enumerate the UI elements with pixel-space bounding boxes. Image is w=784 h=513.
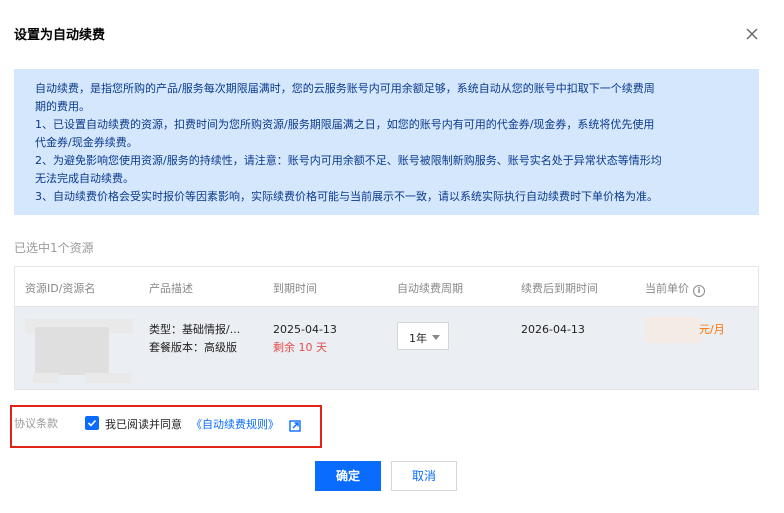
info-icon[interactable]: i — [693, 285, 705, 297]
notice-line: 无法完成自动续费。 — [35, 172, 134, 185]
notice-line: 代金券/现金券续费。 — [35, 136, 138, 149]
auto-renew-dialog: 设置为自动续费 自动续费，是指您所购的产品/服务每次期限届满时，您的云服务账号内… — [0, 0, 784, 513]
selected-count-label: 已选中1个资源 — [14, 241, 94, 255]
new-expire-date: 2026-04-13 — [521, 323, 585, 336]
external-link-icon[interactable] — [289, 417, 301, 432]
resource-table: 资源ID/资源名 产品描述 到期时间 自动续费周期 续费后到期时间 当前单价 i … — [14, 266, 759, 390]
renew-period-select[interactable]: 1年 — [397, 322, 449, 350]
table-header: 资源ID/资源名 产品描述 到期时间 自动续费周期 续费后到期时间 当前单价 i — [15, 267, 758, 307]
notice-line: 1、已设置自动续费的资源，扣费时间为您所购资源/服务期限届满之日，如您的账号内有… — [35, 118, 655, 131]
price-unit: 元/月 — [699, 323, 725, 336]
close-icon[interactable] — [744, 26, 760, 42]
check-icon — [87, 419, 97, 427]
column-header-expire: 到期时间 — [273, 282, 317, 295]
remaining-days: 剩余 10 天 — [273, 341, 327, 354]
price-header-label: 当前单价 — [645, 282, 689, 295]
column-header-price: 当前单价 i — [645, 280, 705, 297]
product-type: 类型：基础情报/... — [149, 323, 241, 336]
column-header-resource: 资源ID/资源名 — [25, 282, 96, 295]
notice-line: 自动续费，是指您所购的产品/服务每次期限届满时，您的云服务账号内可用余额足够，系… — [35, 82, 655, 95]
dialog-title: 设置为自动续费 — [14, 28, 106, 43]
notice-line: 3、自动续费价格会受实时报价等因素影响，实际续费价格可能与当前展示不一致，请以系… — [35, 190, 658, 203]
agreement-label: 协议条款 — [14, 417, 58, 430]
auto-renew-notice: 自动续费，是指您所购的产品/服务每次期限届满时，您的云服务账号内可用余额足够，系… — [14, 69, 759, 215]
caret-down-icon — [432, 335, 440, 340]
cancel-button[interactable]: 取消 — [391, 461, 457, 491]
product-plan: 套餐版本：高级版 — [149, 341, 237, 354]
table-row: 类型：基础情报/... 套餐版本：高级版 2025-04-13 剩余 10 天 … — [15, 307, 758, 389]
expire-date: 2025-04-13 — [273, 323, 337, 336]
agreement-text: 我已阅读并同意 — [105, 418, 182, 431]
redacted-price — [645, 317, 701, 343]
notice-line: 2、为避免影响您使用资源/服务的持续性，请注意：账号内可用余额不足、账号被限制新… — [35, 154, 662, 167]
column-header-new-expire: 续费后到期时间 — [521, 282, 598, 295]
column-header-period: 自动续费周期 — [397, 282, 463, 295]
renew-period-value: 1年 — [409, 332, 427, 345]
renewal-rules-link[interactable]: 《自动续费规则》 — [191, 416, 279, 432]
notice-line: 期的费用。 — [35, 100, 90, 113]
agreement-checkbox[interactable] — [85, 416, 99, 430]
confirm-button[interactable]: 确定 — [315, 461, 381, 491]
column-header-description: 产品描述 — [149, 282, 193, 295]
